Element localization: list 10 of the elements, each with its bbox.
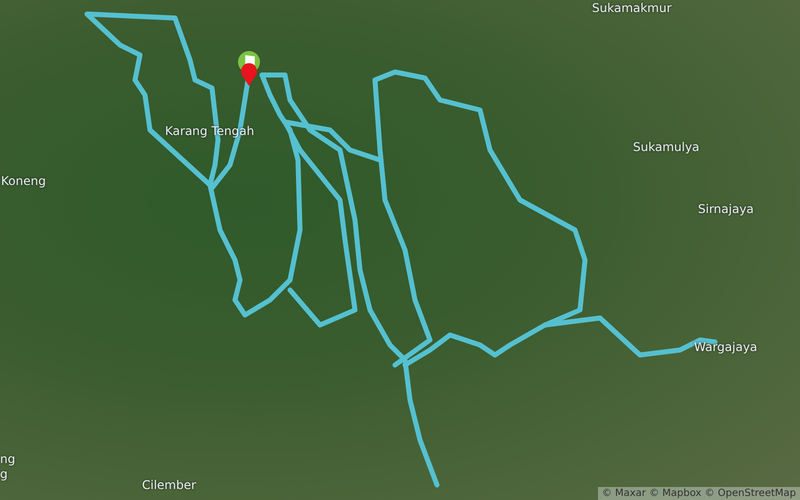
place-label: Wargajaya <box>694 340 758 354</box>
place-label: g <box>0 467 8 481</box>
place-label: Sirnajaya <box>698 202 754 216</box>
place-label: Cilember <box>142 478 196 492</box>
place-label: Sukamulya <box>633 140 700 154</box>
place-label: Sukamakmur <box>592 1 672 15</box>
place-label: ng <box>0 452 16 466</box>
map-attribution: © Maxar © Mapbox © OpenStreetMap <box>598 487 800 500</box>
map-pin-icon <box>240 62 258 86</box>
place-label: Koneng <box>1 174 46 188</box>
